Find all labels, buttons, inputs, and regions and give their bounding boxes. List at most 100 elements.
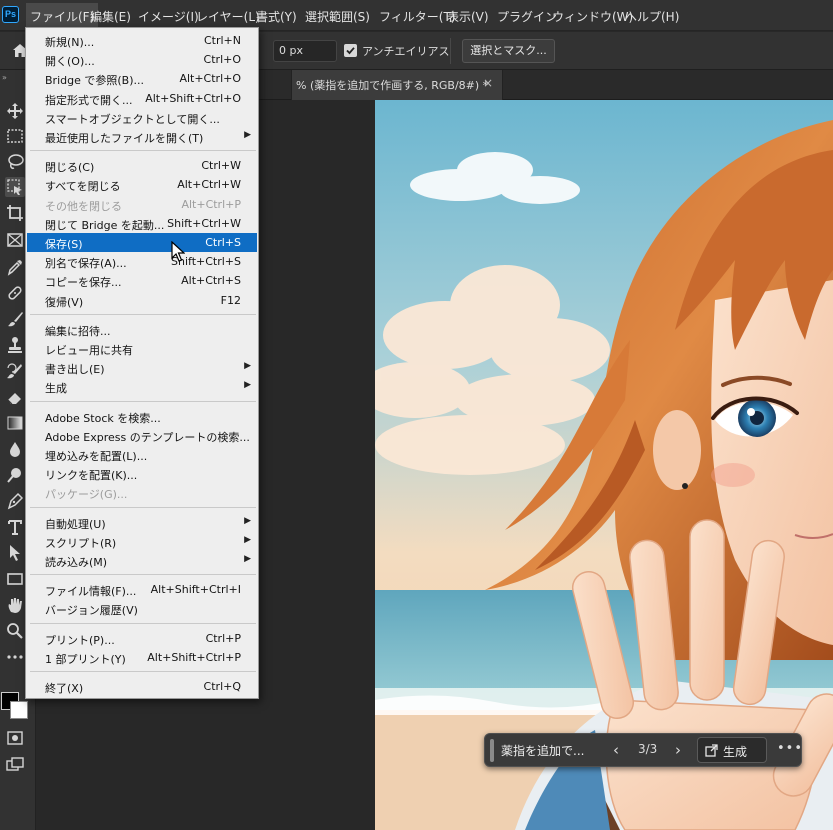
more-tools-icon[interactable] (5, 647, 25, 667)
submenu-arrow-icon: ▶ (244, 361, 251, 372)
menu-item-label: 生成 (45, 382, 67, 396)
document-tab[interactable]: % (薬指を追加で作画する, RGB/8#) * × (291, 70, 503, 100)
previous-variation-icon[interactable]: ‹ (613, 740, 627, 760)
dodge-tool-icon[interactable] (5, 465, 25, 485)
file-menu-item[interactable]: 別名で保存(A)... Shift+Ctrl+S (27, 252, 257, 271)
menu-select[interactable]: 選択範囲(S) (305, 8, 370, 25)
file-menu-item[interactable]: 埋め込みを配置(L)... (27, 445, 257, 464)
menu-type[interactable]: 書式(Y) (256, 8, 297, 25)
antialias-checkbox[interactable] (344, 44, 357, 57)
menu-window[interactable]: ウィンドウ(W) (552, 8, 633, 25)
menu-layer[interactable]: レイヤー(L) (196, 8, 260, 25)
menu-item-label: コピーを保存... (45, 276, 122, 290)
submenu-arrow-icon: ▶ (244, 130, 251, 140)
file-menu-item[interactable]: 復帰(V) F12 (27, 291, 257, 310)
brush-tool-icon[interactable] (5, 309, 25, 329)
healing-brush-tool-icon[interactable] (5, 283, 25, 303)
zoom-tool-icon[interactable] (5, 621, 25, 641)
file-menu-item[interactable]: スマートオブジェクトとして開く... (27, 108, 257, 127)
menu-help[interactable]: ヘルプ(H) (625, 8, 679, 25)
file-menu-item[interactable]: 閉じる(C) Ctrl+W (27, 156, 257, 175)
generate-icon (705, 744, 718, 757)
artwork-image (375, 100, 833, 830)
file-menu-item[interactable]: 生成 ▶ (27, 377, 257, 396)
file-menu-item[interactable]: 閉じて Bridge を起動... Shift+Ctrl+W (27, 214, 257, 233)
rectangle-tool-icon[interactable] (5, 569, 25, 589)
menu-item-shortcut: Alt+Shift+Ctrl+I (150, 583, 241, 597)
file-menu-item[interactable]: 編集に招待... (27, 320, 257, 339)
menu-item-label: バージョン履歴(V) (45, 604, 138, 618)
collapse-toolbar-icon[interactable]: » (2, 73, 7, 82)
menu-image[interactable]: イメージ(I) (138, 8, 199, 25)
menu-plugins[interactable]: プラグイン (497, 8, 557, 25)
screen-mode-icon[interactable] (5, 755, 25, 775)
options-divider (450, 38, 451, 64)
menu-item-shortcut: Ctrl+P (205, 631, 241, 645)
file-menu-item[interactable]: 最近使用したファイルを開く(T) ▶ (27, 127, 257, 146)
history-brush-tool-icon[interactable] (5, 361, 25, 381)
prompt-text[interactable]: 薬指を追加で... (501, 742, 584, 759)
file-menu-item[interactable]: 指定形式で開く... Alt+Shift+Ctrl+O (27, 89, 257, 108)
file-menu-item[interactable]: 開く(O)... Ctrl+O (27, 50, 257, 69)
file-menu-item[interactable]: リンクを配置(K)... (27, 464, 257, 483)
close-icon[interactable]: × (483, 76, 493, 90)
file-menu-item[interactable]: 終了(X) Ctrl+Q (27, 677, 257, 696)
menu-item-label: 新規(N)... (45, 36, 95, 49)
file-menu-item[interactable]: 自動処理(U) ▶ (27, 513, 257, 532)
eraser-tool-icon[interactable] (5, 387, 25, 407)
menu-item-label: 編集に招待... (45, 324, 111, 338)
object-select-tool-icon[interactable] (5, 177, 25, 197)
crop-tool-icon[interactable] (5, 203, 25, 223)
file-menu-item: その他を閉じる Alt+Ctrl+P (27, 195, 257, 214)
antialias-label: アンチエイリアス (362, 45, 450, 58)
file-menu-item[interactable]: スクリプト(R) ▶ (27, 532, 257, 551)
next-variation-icon[interactable]: › (675, 740, 689, 760)
quick-mask-icon[interactable] (5, 728, 25, 748)
photoshop-logo[interactable]: Ps (2, 6, 19, 23)
gradient-tool-icon[interactable] (5, 413, 25, 433)
file-menu-item[interactable]: Adobe Stock を検索... (27, 407, 257, 426)
file-menu-item[interactable]: Bridge で参照(B)... Alt+Ctrl+O (27, 69, 257, 88)
pen-tool-icon[interactable] (5, 491, 25, 511)
menu-item-shortcut: Shift+Ctrl+W (167, 216, 241, 230)
file-menu-item[interactable]: 新規(N)... Ctrl+N (27, 31, 257, 50)
file-menu-item[interactable]: 書き出し(E) ▶ (27, 358, 257, 377)
file-menu-item[interactable]: 読み込み(M) ▶ (27, 551, 257, 570)
menu-filter[interactable]: フィルター(T) (379, 8, 455, 25)
menu-edit[interactable]: 編集(E) (90, 8, 131, 25)
clone-stamp-tool-icon[interactable] (5, 335, 25, 355)
menu-item-label: 書き出し(E) (45, 363, 105, 377)
canvas[interactable] (375, 100, 833, 830)
file-menu-item[interactable]: すべてを閉じる Alt+Ctrl+W (27, 175, 257, 194)
file-menu-item[interactable]: 1 部プリント(Y) Alt+Shift+Ctrl+P (27, 648, 257, 667)
frame-tool-icon[interactable] (5, 230, 25, 250)
file-menu-item[interactable]: ファイル情報(F)... Alt+Shift+Ctrl+I (27, 580, 257, 599)
menu-item-label: Bridge で参照(B)... (45, 74, 144, 88)
menu-view[interactable]: 表示(V) (447, 8, 489, 25)
path-select-tool-icon[interactable] (5, 543, 25, 563)
menu-item-label: リンクを配置(K)... (45, 469, 138, 483)
file-menu-item[interactable]: Adobe Express のテンプレートの検索... (27, 426, 257, 445)
move-tool-icon[interactable] (5, 101, 25, 121)
marquee-tool-icon[interactable] (5, 126, 25, 146)
submenu-arrow-icon: ▶ (244, 534, 251, 545)
menu-separator (30, 622, 256, 624)
file-menu-item[interactable]: バージョン履歴(V) (27, 599, 257, 618)
background-color-swatch[interactable] (10, 701, 28, 719)
file-menu-item-save[interactable]: 保存(S) Ctrl+S (27, 233, 257, 252)
file-menu-item[interactable]: レビュー用に共有 (27, 339, 257, 358)
blur-tool-icon[interactable] (5, 439, 25, 459)
more-options-icon[interactable]: ••• (777, 741, 803, 756)
menu-item-label: すべてを閉じる (45, 180, 121, 194)
generate-button[interactable]: 生成 (697, 737, 767, 763)
type-tool-icon[interactable] (5, 517, 25, 537)
feather-input[interactable]: 0 px (273, 40, 337, 62)
file-menu-item[interactable]: プリント(P)... Ctrl+P (27, 629, 257, 648)
hand-tool-icon[interactable] (5, 595, 25, 615)
lasso-tool-icon[interactable] (5, 152, 25, 172)
select-and-mask-button[interactable]: 選択とマスク... (462, 39, 555, 63)
file-menu-item[interactable]: コピーを保存... Alt+Ctrl+S (27, 271, 257, 290)
drag-handle[interactable] (490, 739, 494, 762)
eyedropper-tool-icon[interactable] (5, 257, 25, 277)
generate-label: 生成 (723, 745, 748, 759)
